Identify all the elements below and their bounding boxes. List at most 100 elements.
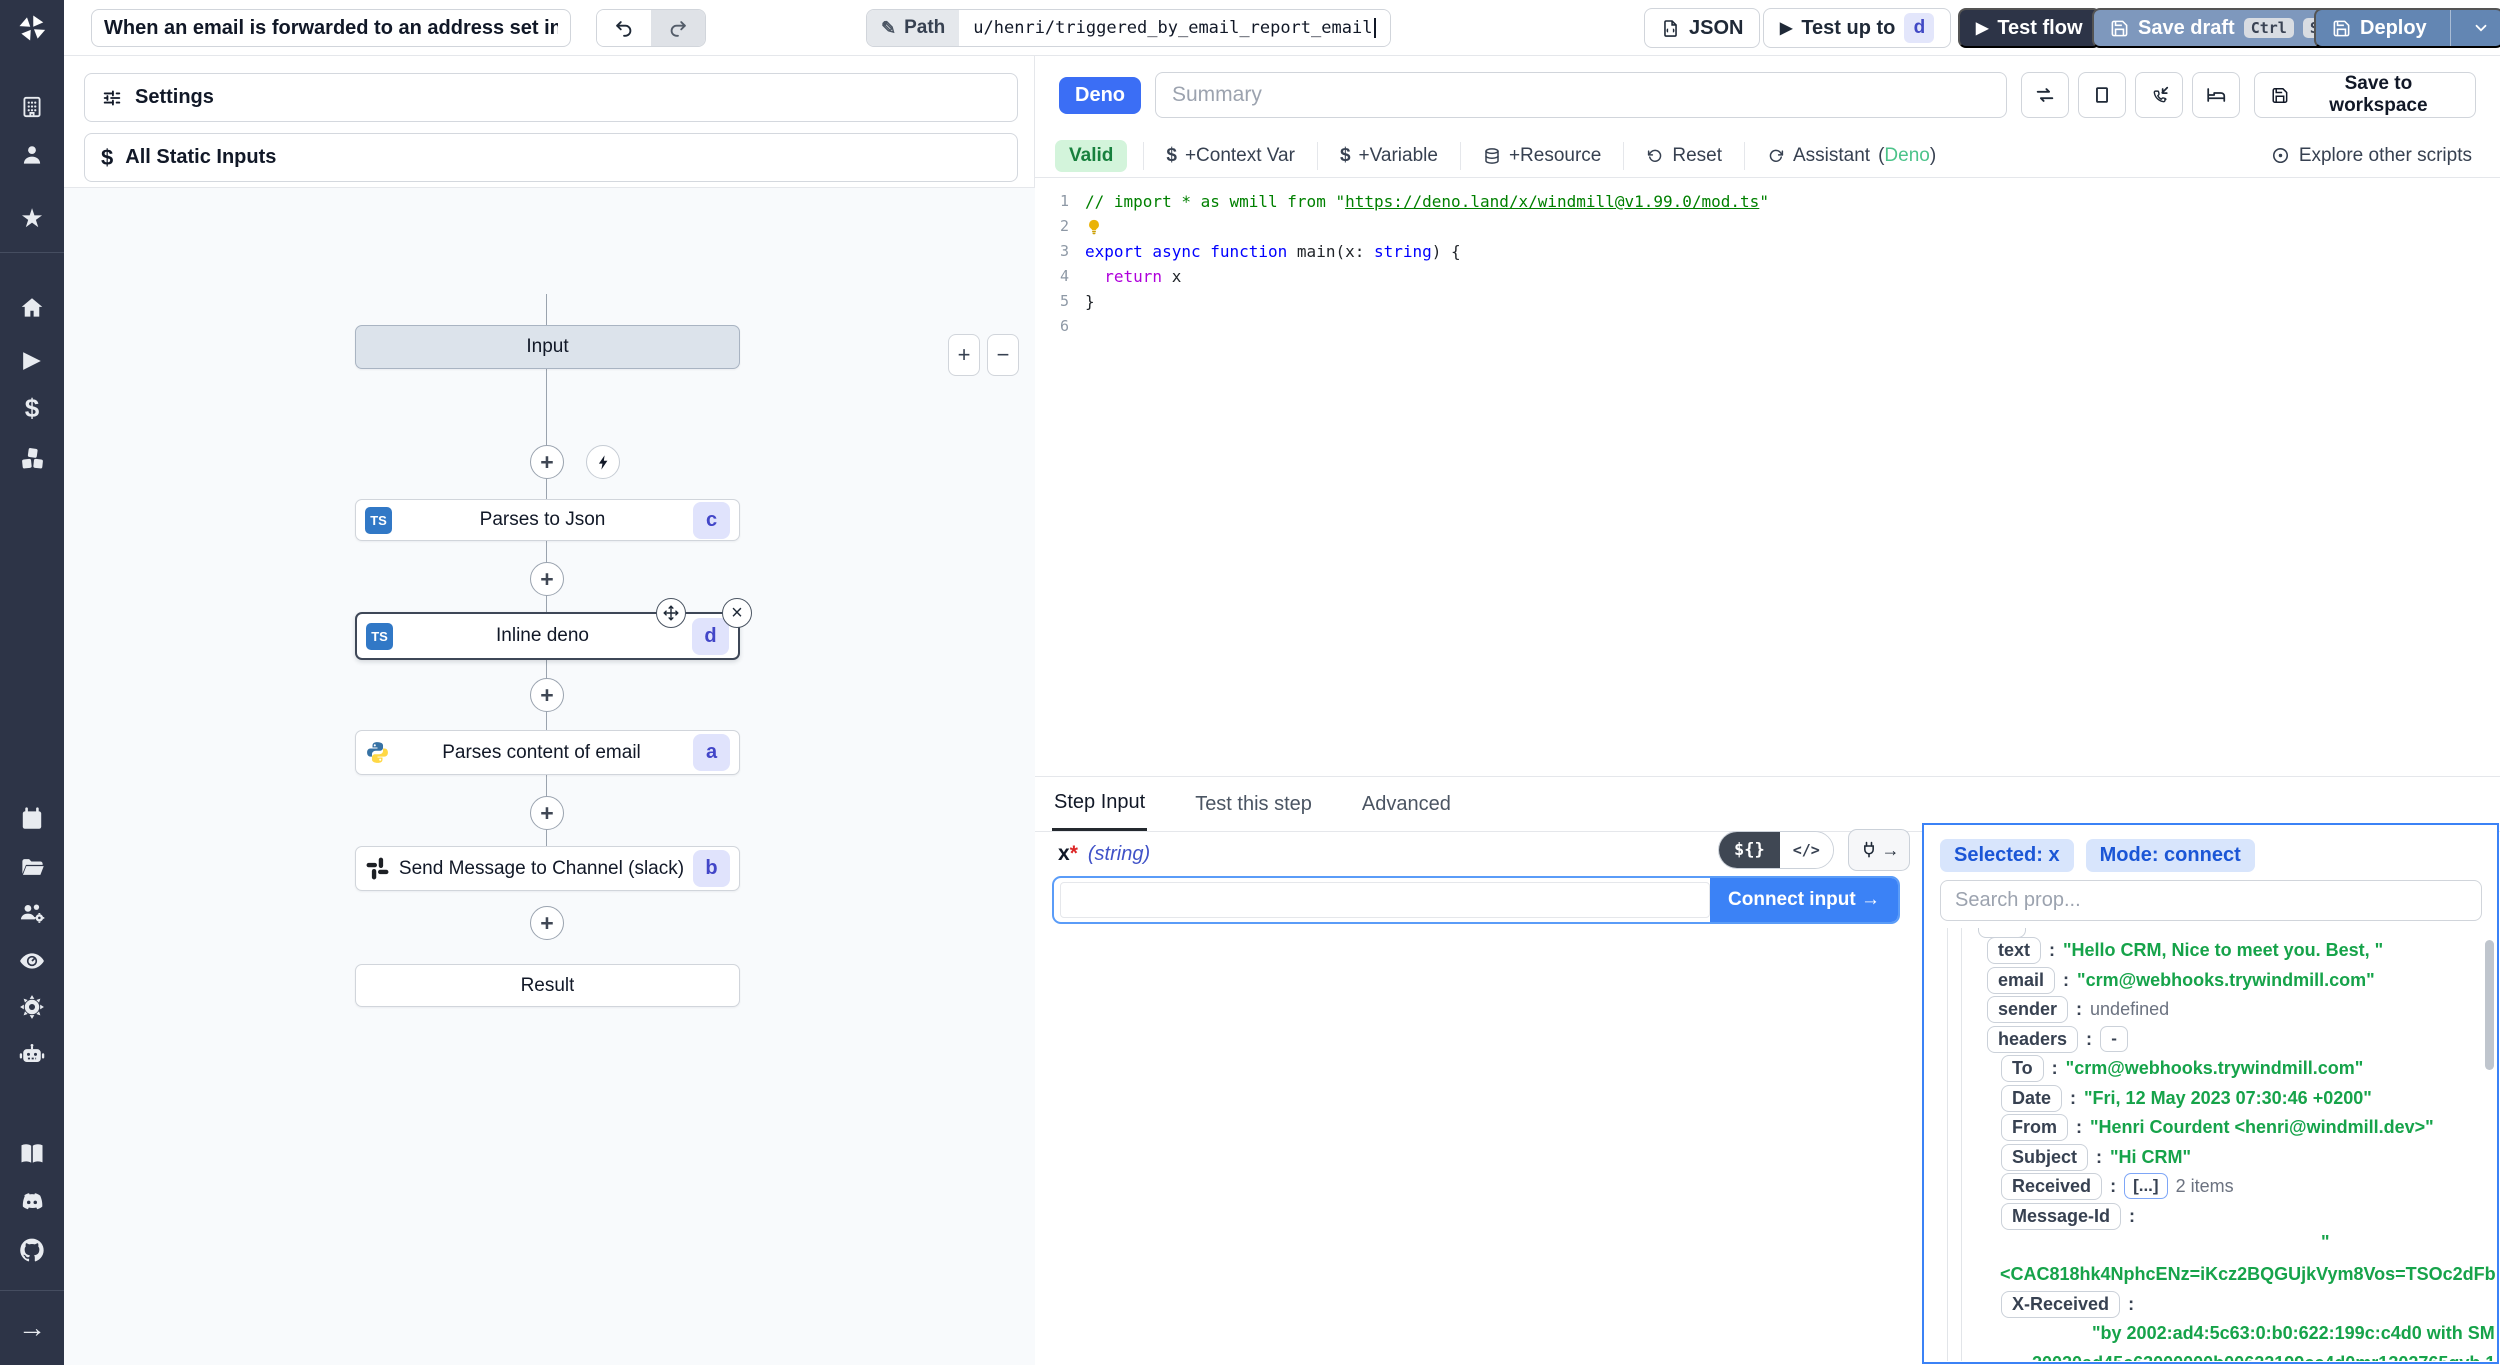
assistant-robot-icon[interactable] [0, 1033, 64, 1077]
add-variable-button[interactable]: $ +Variable [1316, 141, 1460, 170]
dollar-icon: $ [101, 144, 114, 170]
path-field[interactable]: ✎ Path u/henri/triggered_by_email_report… [866, 9, 1392, 47]
test-up-to-step-badge[interactable]: d [1904, 13, 1935, 43]
favorites-star-icon[interactable]: ★ [0, 196, 64, 240]
runs-play-icon[interactable]: ▶ [0, 337, 64, 381]
zoom-out-button[interactable]: − [987, 334, 1019, 376]
flow-graph[interactable]: + − Input + TS Parses to Json c + TS Inl… [64, 187, 1035, 1365]
prop-row-received[interactable]: Received: [...] 2 items [2001, 1171, 2234, 1201]
flow-node-result[interactable]: Result [355, 964, 740, 1007]
settings-gear-icon[interactable] [0, 985, 64, 1029]
deploy-button[interactable]: Deploy [2314, 8, 2500, 48]
add-resource-button[interactable]: +Resource [1459, 141, 1623, 170]
code-editor[interactable]: 1 // import * as wmill from "https://den… [1035, 178, 2500, 776]
assistant-button[interactable]: Assistant (Deno) [1744, 141, 1958, 170]
save-draft-button[interactable]: Save draft Ctrl S [2092, 8, 2344, 48]
flow-node-parses-to-json[interactable]: TS Parses to Json c [355, 499, 740, 541]
expand-array-button[interactable]: [...] [2124, 1173, 2168, 1199]
tab-advanced[interactable]: Advanced [1360, 779, 1453, 830]
template-mode-segment[interactable]: ${} [1719, 832, 1780, 868]
home-icon[interactable] [0, 286, 64, 330]
json-button[interactable]: JSON [1644, 8, 1761, 48]
prop-row-message-id-value-quote[interactable]: " [2321, 1227, 2330, 1257]
prop-row-message-id-value[interactable]: <CAC818hk4NphcENz=iKcz2BQGUjkVym8Vos=TSO… [2000, 1259, 2495, 1289]
prop-row-text[interactable]: text: "Hello CRM, Nice to meet you. Best,… [1987, 935, 2383, 965]
sidebar-divider [0, 252, 64, 253]
code-line: 4 return x [1059, 267, 1182, 286]
lightbulb-code-action-icon[interactable] [1085, 218, 1103, 236]
user-icon[interactable] [0, 133, 64, 177]
flow-node-parses-content-of-email[interactable]: Parses content of email a [355, 730, 740, 775]
text-caret [1374, 18, 1377, 38]
reset-button[interactable]: Reset [1623, 141, 1744, 170]
windmill-logo-icon[interactable] [0, 0, 64, 56]
prop-row-subject[interactable]: Subject: "Hi CRM" [2001, 1142, 2191, 1172]
summary-input[interactable] [1155, 72, 2007, 118]
prop-row-x-received-value2[interactable]: 20020ad45c63000000b00622199cc4d0mr130276… [2032, 1348, 2495, 1362]
insert-step-plus-icon[interactable]: + [530, 906, 564, 940]
tab-step-input[interactable]: Step Input [1052, 777, 1148, 831]
workspace-icon[interactable] [0, 85, 64, 129]
schedules-calendar-icon[interactable] [0, 797, 64, 841]
add-context-var-button[interactable]: $ +Context Var [1143, 141, 1317, 170]
trigger-bolt-icon[interactable] [586, 445, 620, 479]
explore-other-scripts-button[interactable]: Explore other scripts [2271, 145, 2500, 167]
flow-settings-bar[interactable]: Settings [84, 73, 1018, 122]
prop-row-sender[interactable]: sender: undefined [1987, 994, 2169, 1024]
insert-step-plus-icon[interactable]: + [530, 562, 564, 596]
deploy-button-divider [2449, 10, 2451, 46]
discord-icon[interactable] [0, 1180, 64, 1224]
json-prop-tree[interactable]: text: "Hello CRM, Nice to meet you. Best,… [1926, 928, 2495, 1361]
test-flow-button[interactable]: ▶ Test flow [1958, 8, 2101, 48]
prop-row-x-received[interactable]: X-Received: [2001, 1289, 2134, 1319]
insert-step-plus-icon[interactable]: + [530, 796, 564, 830]
prop-row-email[interactable]: email: "crm@webhooks.trywindmill.com" [1987, 965, 2375, 995]
sync-icon[interactable] [2020, 72, 2069, 118]
prop-row-x-received-value[interactable]: "by 2002:ad4:5c63:0:b0:622:199c:c4d0 wit… [2092, 1318, 2495, 1348]
connect-plug-button[interactable]: → [1848, 829, 1910, 871]
phone-incoming-icon[interactable] [2134, 72, 2183, 118]
variables-dollar-icon[interactable]: $ [0, 386, 64, 430]
prop-row-to[interactable]: To: "crm@webhooks.trywindmill.com" [2001, 1053, 2363, 1083]
flow-title-input[interactable] [91, 9, 571, 47]
groups-icon[interactable] [0, 891, 64, 935]
tree-scrollbar[interactable] [2485, 940, 2494, 1070]
collapse-sidebar-arrow-icon[interactable]: → [0, 1306, 64, 1350]
all-static-inputs-bar[interactable]: $ All Static Inputs [84, 133, 1018, 182]
prop-row-date[interactable]: Date: "Fri, 12 May 2023 07:30:46 +0200" [2001, 1083, 2372, 1113]
undo-button[interactable] [597, 10, 651, 46]
deploy-dropdown-chevron[interactable] [2460, 19, 2500, 37]
step-input-field[interactable] [1060, 882, 1711, 918]
search-prop-input[interactable] [1940, 880, 2482, 921]
bed-icon[interactable] [2191, 72, 2240, 118]
delete-step-close-icon[interactable]: × [722, 598, 752, 628]
prop-row-from[interactable]: From: "Henri Courdent <henri@windmill.dev… [2001, 1112, 2434, 1142]
redo-button[interactable] [651, 10, 705, 46]
github-icon[interactable] [0, 1228, 64, 1272]
connect-input-button[interactable]: Connect input → [1710, 878, 1898, 922]
fullscreen-square-icon[interactable] [2077, 72, 2126, 118]
insert-step-plus-icon[interactable]: + [530, 678, 564, 712]
language-badge[interactable]: Deno [1059, 76, 1141, 114]
flow-node-input[interactable]: Input [355, 325, 740, 369]
zoom-in-button[interactable]: + [948, 334, 980, 376]
collapse-toggle[interactable]: - [2100, 1026, 2129, 1052]
folders-icon[interactable] [0, 845, 64, 889]
save-to-workspace-button[interactable]: Save to workspace [2253, 72, 2476, 118]
topbar: ✎ Path u/henri/triggered_by_email_report… [64, 0, 2500, 56]
insert-step-plus-icon[interactable]: + [530, 445, 564, 479]
python-icon [367, 742, 388, 763]
tab-test-this-step[interactable]: Test this step [1193, 779, 1314, 830]
move-step-icon[interactable] [656, 598, 686, 628]
prop-row-message-id[interactable]: Message-Id: [2001, 1201, 2135, 1231]
save-icon [2111, 20, 2128, 36]
prop-row-headers[interactable]: headers: - [1987, 1024, 2129, 1054]
flow-node-send-message-to-channel[interactable]: Send Message to Channel (slack) b [355, 846, 740, 891]
audit-eye-icon[interactable] [0, 939, 64, 983]
path-value[interactable]: u/henri/triggered_by_email_report_email [959, 10, 1391, 46]
input-mode-toggle[interactable]: ${} </> [1718, 831, 1834, 869]
test-up-to-button[interactable]: ▶ Test up to d [1763, 8, 1952, 48]
resources-cubes-icon[interactable] [0, 436, 64, 480]
docs-book-icon[interactable] [0, 1132, 64, 1176]
code-mode-segment[interactable]: </> [1779, 832, 1833, 868]
